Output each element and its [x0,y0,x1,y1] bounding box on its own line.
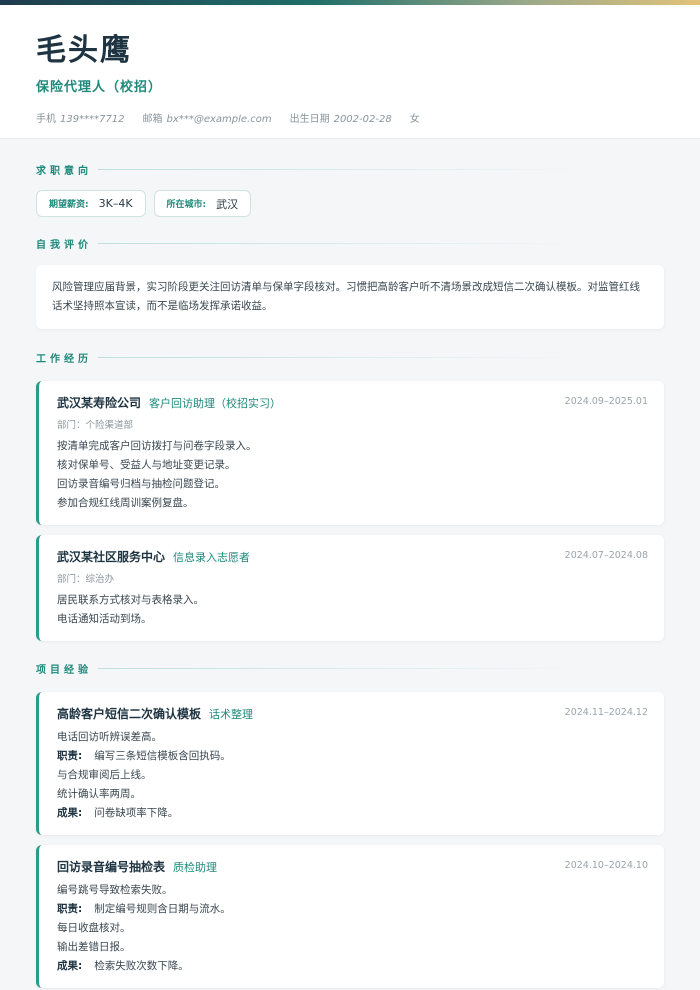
project-date: 2024.10–2024.10 [564,860,648,871]
project-name: 回访录音编号抽检表 [57,860,166,874]
work-position: 信息录入志愿者 [173,551,251,564]
project-duty: 每日收盘核对。 [57,922,131,934]
work-line: 居民联系方式核对与表格录入。 [57,594,204,606]
project-duty: 与合规审阅后上线。 [57,769,152,781]
project-item: 回访录音编号抽检表 质检助理 2024.10–2024.10 编号跳号导致检索失… [36,845,664,988]
work-line: 按清单完成客户回访拨打与问卷字段录入。 [57,440,257,452]
project-desc: 电话回访听辨误差高。 [57,731,162,743]
self-summary: 风险管理应届背景，实习阶段更关注回访清单与保单字段核对。习惯把高龄客户听不清场景… [36,265,664,329]
work-item: 武汉某寿险公司 客户回访助理（校招实习） 2024.09–2025.01 部门：… [36,381,664,525]
contact-phone: 手机 139****7712 [36,114,125,125]
work-line: 电话通知活动到场。 [57,613,152,625]
project-item: 高龄客户短信二次确认模板 话术整理 2024.11–2024.12 电话回访听辨… [36,692,664,835]
project-result: 成果: 检索失败次数下降。 [57,960,189,972]
contact-birthdate: 出生日期 2002-02-28 [289,114,392,125]
section-title-work: 工作经历 [36,350,664,365]
candidate-name: 毛头鹰 [36,33,132,68]
contact-gender: 女 [409,114,420,125]
intent-chips: 期望薪资: 3K–4K 所在城市: 武汉 [36,190,664,217]
work-line: 参加合规红线周训案例复盘。 [57,497,194,509]
work-dept: 部门：综治办 [57,574,115,585]
work-org: 武汉某社区服务中心 [57,550,166,564]
section-title-projects: 项目经验 [36,661,664,676]
work-line: 核对保单号、受益人与地址变更记录。 [57,459,236,471]
section-title-intent: 求职意向 [36,162,664,177]
resume-body: 求职意向 期望薪资: 3K–4K 所在城市: 武汉 自我评价 风险管理应届背景，实习… [0,162,700,988]
contact-info: 手机 139****7712 邮箱 bx***@example.com 出生日期 20… [36,110,664,125]
section-title-summary: 自我评价 [36,236,664,251]
project-name: 高龄客户短信二次确认模板 [57,707,202,721]
salary-chip: 期望薪资: 3K–4K [36,190,146,217]
work-position: 客户回访助理（校招实习） [149,397,282,410]
project-tag: 质检助理 [173,861,218,874]
resume-header: 毛头鹰 保险代理人（校招） 手机 139****7712 邮箱 bx***@exam… [0,5,700,139]
project-date: 2024.11–2024.12 [564,707,648,718]
project-result: 成果: 问卷缺项率下降。 [57,807,179,819]
project-tag: 话术整理 [209,708,254,721]
city-chip: 所在城市: 武汉 [153,190,252,217]
target-role: 保险代理人（校招） [36,80,163,95]
project-desc: 编号跳号导致检索失败。 [57,884,173,896]
project-duty: 统计确认率两周。 [57,788,141,800]
work-item: 武汉某社区服务中心 信息录入志愿者 2024.07–2024.08 部门：综治办… [36,535,664,641]
project-duty: 职责: 制定编号规则含日期与流水。 [57,903,231,915]
project-duty: 职责: 编写三条短信模板含回执码。 [57,750,231,762]
work-dept: 部门：个险渠道部 [57,420,134,431]
work-org: 武汉某寿险公司 [57,396,142,410]
work-line: 回访录音编号归档与抽检问题登记。 [57,478,225,490]
work-date: 2024.09–2025.01 [564,396,648,407]
project-duty: 输出差错日报。 [57,941,131,953]
work-date: 2024.07–2024.08 [564,550,648,561]
contact-email: 邮箱 bx***@example.com [142,114,272,125]
